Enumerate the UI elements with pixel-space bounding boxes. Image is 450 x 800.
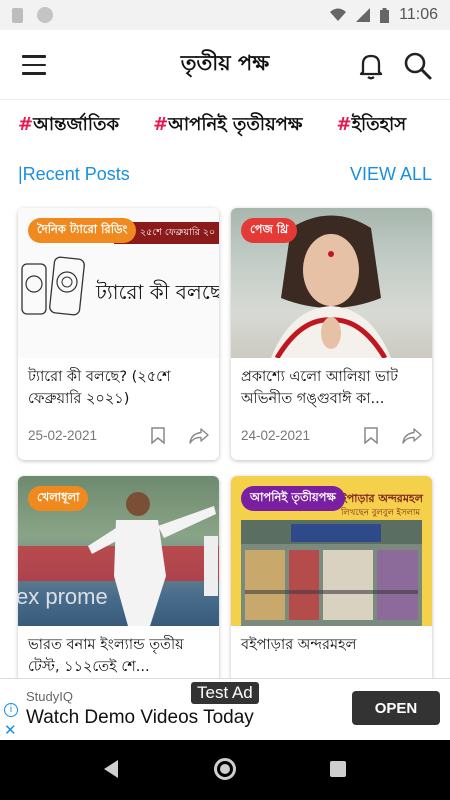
post-card[interactable]: পেজ থ্রি প্রকাশ্যে এলো আলিয়া ভাট অভিনীত… — [231, 208, 432, 460]
post-card[interactable]: বইপাড়ার অন্দরমহল লিখছেন বুলবুল ইসলাম আপ… — [231, 476, 432, 686]
post-card[interactable]: ex prome খেলাধূলা ভারত বনাম ইংল্যান্ড তৃ… — [18, 476, 219, 686]
wifi-icon — [330, 8, 347, 21]
bookmark-icon[interactable] — [364, 427, 378, 444]
search-icon[interactable] — [403, 51, 433, 81]
battery-icon — [380, 7, 390, 23]
section-title: |Recent Posts — [18, 164, 130, 184]
sd-card-icon — [12, 7, 23, 23]
post-footer: 24-02-2021 — [241, 427, 422, 444]
status-bar: 11:06 — [0, 0, 450, 30]
post-title: ট্যারো কী বলছে? (২৫শে ফেব্রুয়ারি ২০২১) — [28, 369, 171, 407]
home-icon[interactable] — [214, 758, 236, 780]
thumb-byline: লিখছেন বুলবুল ইসলাম — [341, 508, 421, 518]
post-thumbnail: পেজ থ্রি — [231, 208, 432, 358]
category-badge: খেলাধূলা — [28, 486, 89, 511]
ad-close-icon[interactable]: ✕ — [4, 721, 17, 739]
bell-icon[interactable] — [357, 52, 385, 80]
thumb-heading: ট্যারো কী বলছে — [96, 280, 219, 304]
category-badge: দৈনিক ট্যারো রিডিং — [28, 218, 137, 243]
bookmark-icon[interactable] — [151, 427, 165, 444]
ad-banner[interactable]: i ✕ StudyIQ Test Ad Watch Demo Videos To… — [0, 678, 450, 740]
category-bar: #আন্তর্জাতিক #আপনিই তৃতীয়পক্ষ #ইতিহাস — [0, 100, 450, 150]
bookstall-photo — [241, 520, 422, 626]
back-icon[interactable] — [104, 760, 118, 778]
tarot-cards-icon — [21, 256, 85, 316]
clock: 11:06 — [399, 6, 438, 23]
ad-open-button[interactable]: OPEN — [352, 691, 440, 725]
category-you-are-third-party[interactable]: #আপনিই তৃতীয়পক্ষ — [153, 110, 302, 141]
share-icon[interactable] — [402, 427, 422, 444]
post-title: ভারত বনাম ইংল্যান্ড তৃতীয় টেস্ট, ১১২তেই… — [28, 637, 184, 675]
post-thumbnail: বইপাড়ার অন্দরমহল লিখছেন বুলবুল ইসলাম আপ… — [231, 476, 432, 626]
signal-icon — [356, 8, 371, 22]
post-card[interactable]: ২৫শে ফেব্রুয়ারি ২০ ট্যারো কী বলছে দৈনিক… — [18, 208, 219, 460]
category-international[interactable]: #আন্তর্জাতিক — [18, 110, 119, 141]
system-nav-bar — [0, 740, 450, 800]
view-all-link[interactable]: VIEW ALL — [350, 164, 432, 185]
category-badge: আপনিই তৃতীয়পক্ষ — [241, 486, 345, 511]
app-bar: তৃতীয় পক্ষ — [0, 30, 450, 100]
category-badge: পেজ থ্রি — [241, 218, 298, 243]
recent-posts-header: |Recent Posts VIEW ALL — [18, 164, 432, 185]
share-icon[interactable] — [189, 427, 209, 444]
ad-headline[interactable]: Watch Demo Videos Today — [26, 707, 254, 729]
post-title: বইপাড়ার অন্দরমহল — [241, 637, 357, 653]
post-date: 24-02-2021 — [241, 428, 311, 443]
ad-info-icon[interactable]: i — [4, 703, 18, 717]
post-date: 25-02-2021 — [28, 428, 98, 443]
svg-text:ex prome: ex prome — [18, 584, 108, 609]
category-history[interactable]: #ইতিহাস — [336, 110, 406, 141]
post-thumbnail: ex prome খেলাধূলা — [18, 476, 219, 626]
ad-label: Test Ad — [191, 682, 259, 704]
notification-dot-icon — [37, 7, 53, 23]
post-title: প্রকাশ্যে এলো আলিয়া ভাট অভিনীত গঙ্গুবাঈ… — [241, 369, 398, 407]
post-thumbnail: ২৫শে ফেব্রুয়ারি ২০ ট্যারো কী বলছে দৈনিক… — [18, 208, 219, 358]
recent-apps-icon[interactable] — [330, 761, 346, 777]
ad-brand: StudyIQ — [26, 689, 73, 704]
post-footer: 25-02-2021 — [28, 427, 209, 444]
